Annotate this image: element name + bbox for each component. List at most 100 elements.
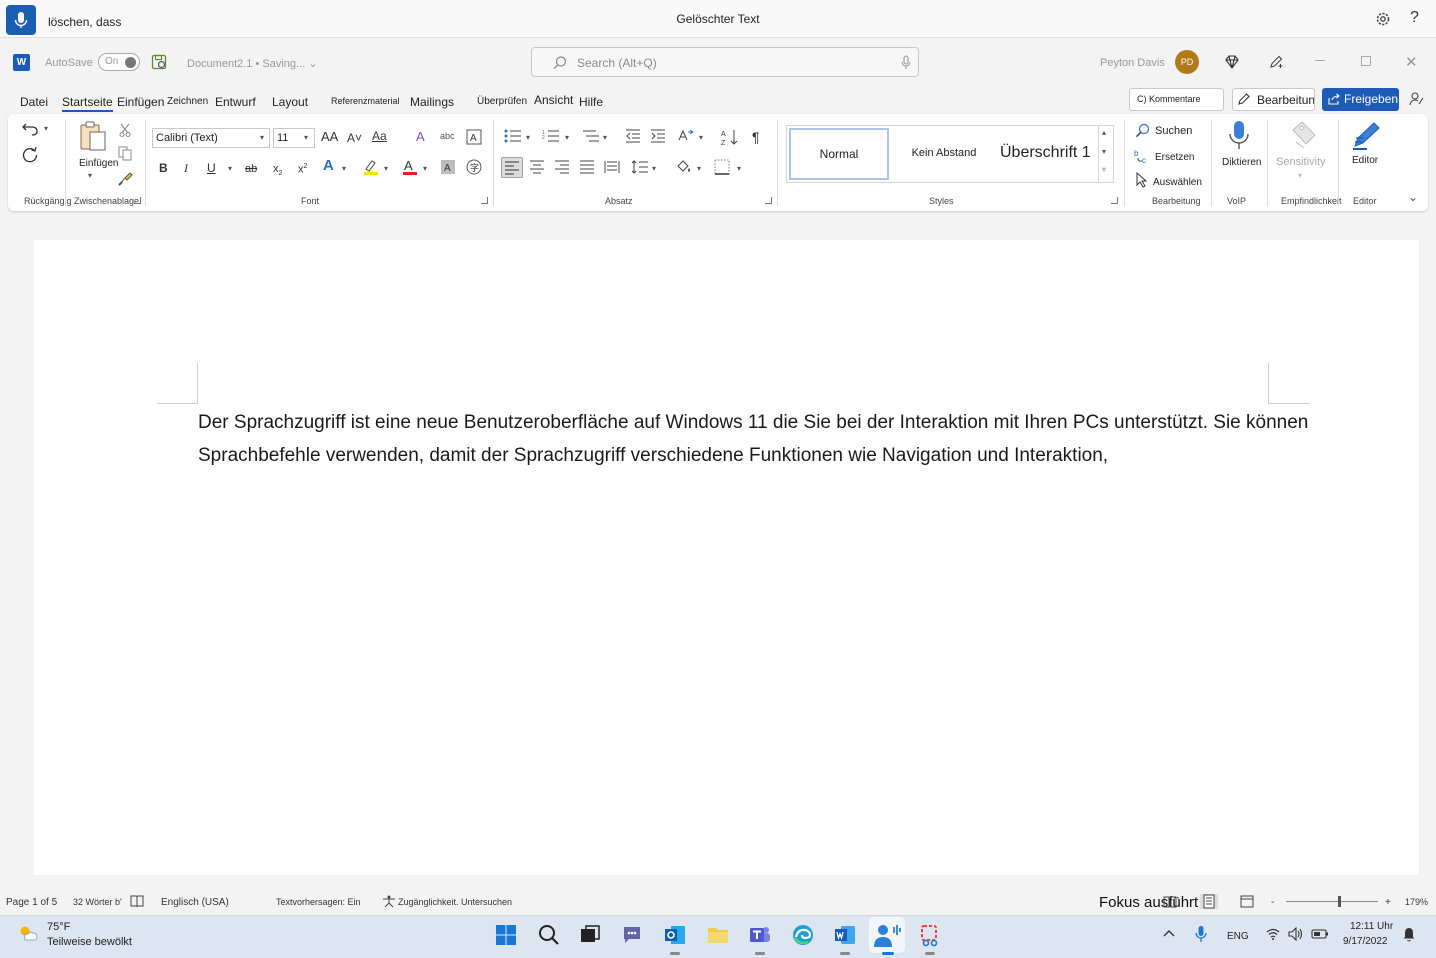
shrink-font-icon[interactable]: A˅	[347, 131, 362, 145]
enclose-characters-icon[interactable]: 字	[466, 159, 482, 175]
document-body-text[interactable]: Der Sprachzugriff ist eine neue Benutzer…	[198, 406, 1313, 472]
clock-time[interactable]: 12:11 Uhr	[1350, 921, 1393, 932]
chevron-down-icon[interactable]: ▾	[342, 164, 346, 173]
focus-mode-label[interactable]: Fokus ausführt	[1099, 894, 1198, 911]
styles-launcher-icon[interactable]	[1111, 197, 1118, 204]
underline-dropdown-icon[interactable]: ▾	[228, 164, 232, 173]
outlook-app[interactable]	[663, 923, 687, 947]
shading-icon[interactable]	[675, 158, 693, 176]
find-button[interactable]: Suchen	[1155, 125, 1192, 137]
text-effects-abc-icon[interactable]: abc	[440, 129, 455, 143]
autosave-toggle[interactable]: On	[98, 53, 140, 71]
styles-gallery-scroll[interactable]: ▴ ▾ ▿	[1098, 126, 1113, 182]
teams-app[interactable]	[748, 923, 772, 947]
editor-button[interactable]	[1350, 120, 1382, 152]
web-layout-icon[interactable]	[1240, 895, 1254, 908]
text-predictions-status[interactable]: Textvorhersagen: Ein	[276, 897, 361, 907]
chevron-down-icon[interactable]: ▾	[1298, 171, 1302, 180]
accessibility-status[interactable]: Zugänglichkeit. Untersuchen	[398, 897, 512, 907]
minimize-button[interactable]	[1315, 60, 1325, 61]
chevron-down-icon[interactable]: ▾	[697, 164, 701, 173]
zoom-level[interactable]: 179%	[1405, 897, 1428, 907]
snipping-tool-app[interactable]	[918, 923, 942, 947]
cut-button[interactable]	[119, 123, 131, 137]
increase-indent-icon[interactable]	[650, 129, 666, 143]
undo-button[interactable]	[22, 121, 40, 137]
avatar[interactable]: PD	[1175, 50, 1199, 74]
print-layout-icon[interactable]	[1200, 894, 1218, 909]
highlight-color-icon[interactable]	[362, 158, 380, 176]
help-icon[interactable]: ?	[1410, 9, 1419, 27]
read-mode-icon[interactable]	[1163, 895, 1177, 908]
paste-dropdown-icon[interactable]: ▾	[88, 171, 92, 180]
align-right-icon[interactable]	[554, 160, 570, 174]
italic-icon[interactable]: I	[184, 161, 188, 175]
save-button[interactable]	[151, 54, 168, 71]
page-count[interactable]: Page 1 of 5	[6, 897, 57, 908]
select-button[interactable]: Auswählen	[1153, 177, 1202, 188]
zoom-in-button[interactable]: +	[1385, 897, 1391, 908]
strikethrough-icon[interactable]: ab	[245, 162, 257, 176]
task-view-button[interactable]	[578, 923, 602, 947]
tab-ueberpruefen[interactable]: Überprüfen	[477, 96, 527, 107]
chevron-up-icon[interactable]: ▴	[1102, 128, 1106, 137]
chevron-down-icon[interactable]: ▾	[565, 133, 569, 142]
tab-einfuegen[interactable]: Einfügen	[117, 95, 164, 109]
weather-description[interactable]: Teilweise bewölkt	[47, 936, 132, 948]
line-spacing-icon[interactable]	[631, 159, 649, 175]
clear-formatting-icon[interactable]: A	[416, 130, 425, 144]
comments-button[interactable]: C) Kommentare	[1129, 88, 1224, 111]
language-status[interactable]: Englisch (USA)	[161, 897, 229, 908]
sort-icon[interactable]: AZ	[721, 128, 739, 146]
grow-font-icon[interactable]: AA	[321, 130, 338, 144]
bullets-icon[interactable]	[504, 129, 522, 143]
sensitivity-button[interactable]	[1290, 120, 1318, 150]
tab-datei[interactable]: Datei	[20, 95, 48, 109]
style-kein-abstand[interactable]: Kein Abstand	[895, 147, 993, 159]
document-page[interactable]	[34, 240, 1419, 875]
edge-app[interactable]	[791, 923, 815, 947]
style-normal[interactable]: Normal	[789, 128, 889, 180]
justify-icon[interactable]	[579, 160, 595, 174]
tab-entwurf[interactable]: Entwurf	[215, 95, 256, 109]
search-dictate-icon[interactable]	[901, 55, 911, 71]
chevron-down-icon[interactable]: ▾	[526, 133, 530, 142]
voice-settings-button[interactable]	[1374, 10, 1392, 28]
multilevel-list-icon[interactable]	[582, 129, 600, 143]
chevron-down-icon[interactable]: ▾	[737, 164, 741, 173]
zoom-out-button[interactable]: -	[1271, 897, 1274, 908]
superscript-icon[interactable]: x2	[298, 160, 307, 177]
word-count[interactable]: 32 Wörter b'	[73, 897, 122, 907]
show-hidden-icons-chevron-icon[interactable]	[1162, 928, 1176, 938]
bold-icon[interactable]: B	[159, 161, 168, 175]
feedback-icon[interactable]	[1409, 91, 1425, 107]
wifi-icon[interactable]	[1266, 928, 1280, 940]
zoom-slider-thumb[interactable]	[1338, 896, 1341, 907]
ribbon-collapse-chevron-icon[interactable]: ⌄	[1408, 190, 1418, 204]
tab-layout[interactable]: Layout	[272, 95, 308, 109]
tab-referenzmaterial[interactable]: Referenzmaterial	[331, 96, 400, 106]
borders-icon[interactable]	[714, 159, 730, 175]
volume-icon[interactable]	[1288, 927, 1304, 941]
battery-icon[interactable]	[1311, 929, 1329, 939]
paste-button[interactable]	[79, 121, 109, 153]
chevron-down-icon[interactable]: ▾	[699, 133, 703, 142]
font-color-icon[interactable]: A	[401, 158, 419, 176]
input-language-indicator[interactable]: ENG	[1227, 931, 1249, 942]
designer-pen-icon[interactable]	[1268, 54, 1284, 70]
character-border-icon[interactable]: A	[466, 129, 482, 145]
numbering-icon[interactable]: 12	[542, 129, 560, 143]
align-left-button[interactable]	[501, 157, 523, 178]
text-effects-icon[interactable]: A	[323, 158, 334, 173]
distributed-icon[interactable]	[604, 159, 620, 175]
font-launcher-icon[interactable]	[481, 197, 488, 204]
tab-hilfe[interactable]: Hilfe	[579, 95, 603, 109]
notification-bell-icon[interactable]	[1402, 926, 1416, 942]
more-styles-icon[interactable]: ▿	[1102, 165, 1106, 174]
start-button[interactable]	[494, 923, 518, 947]
font-name-select[interactable]: Calibri (Text)	[152, 128, 270, 148]
voice-access-app[interactable]	[869, 917, 905, 953]
chat-button[interactable]	[620, 923, 644, 947]
undo-dropdown-icon[interactable]: ▾	[44, 124, 48, 133]
decrease-indent-icon[interactable]	[625, 129, 641, 143]
